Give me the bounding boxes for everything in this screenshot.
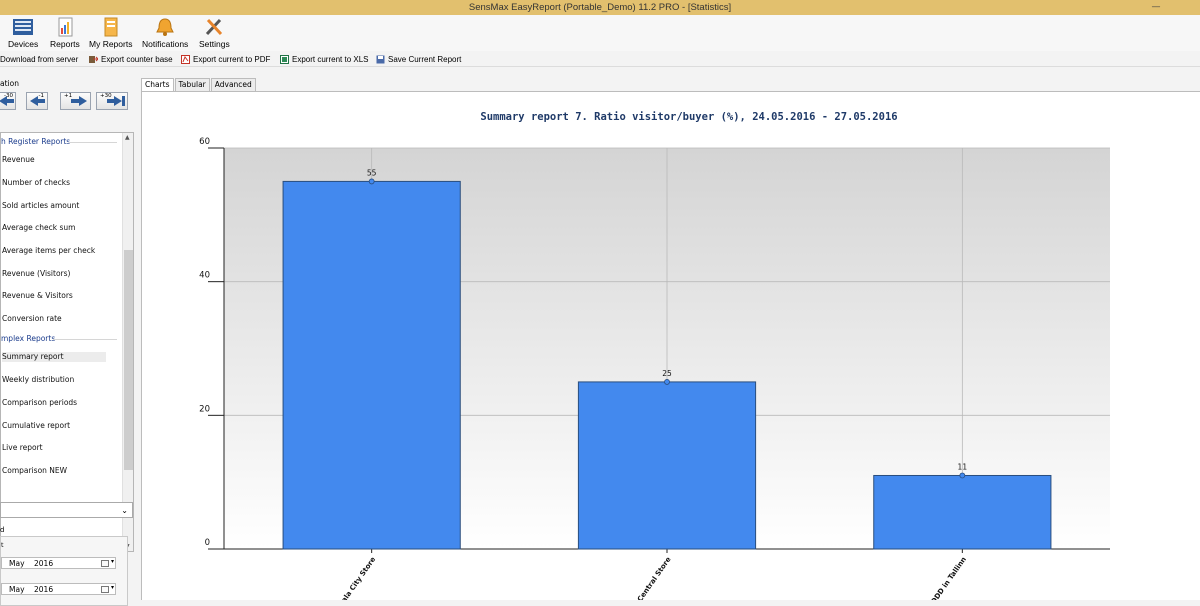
x-tick-label: Zala City Store [337,555,377,600]
bar [577,381,757,550]
data-label: 25 [662,369,672,378]
data-label: 55 [367,168,377,177]
y-tick-label: 60 [199,137,210,147]
bar [873,474,1052,550]
bar-marker [959,472,966,479]
bar-marker [664,379,670,385]
bar-marker [368,178,375,185]
x-tick-label: Central Store [636,555,673,600]
y-tick-label: 40 [199,271,210,281]
data-label: 11 [958,462,968,471]
bar [282,180,461,550]
bar-chart: 0 20 40 60 55 Zala City Store 25 Central Store… [199,137,1110,600]
y-tick-label: 0 [205,538,210,548]
y-tick-label: 20 [199,404,210,414]
x-tick-label: p DDD in Tallinn [925,556,968,600]
